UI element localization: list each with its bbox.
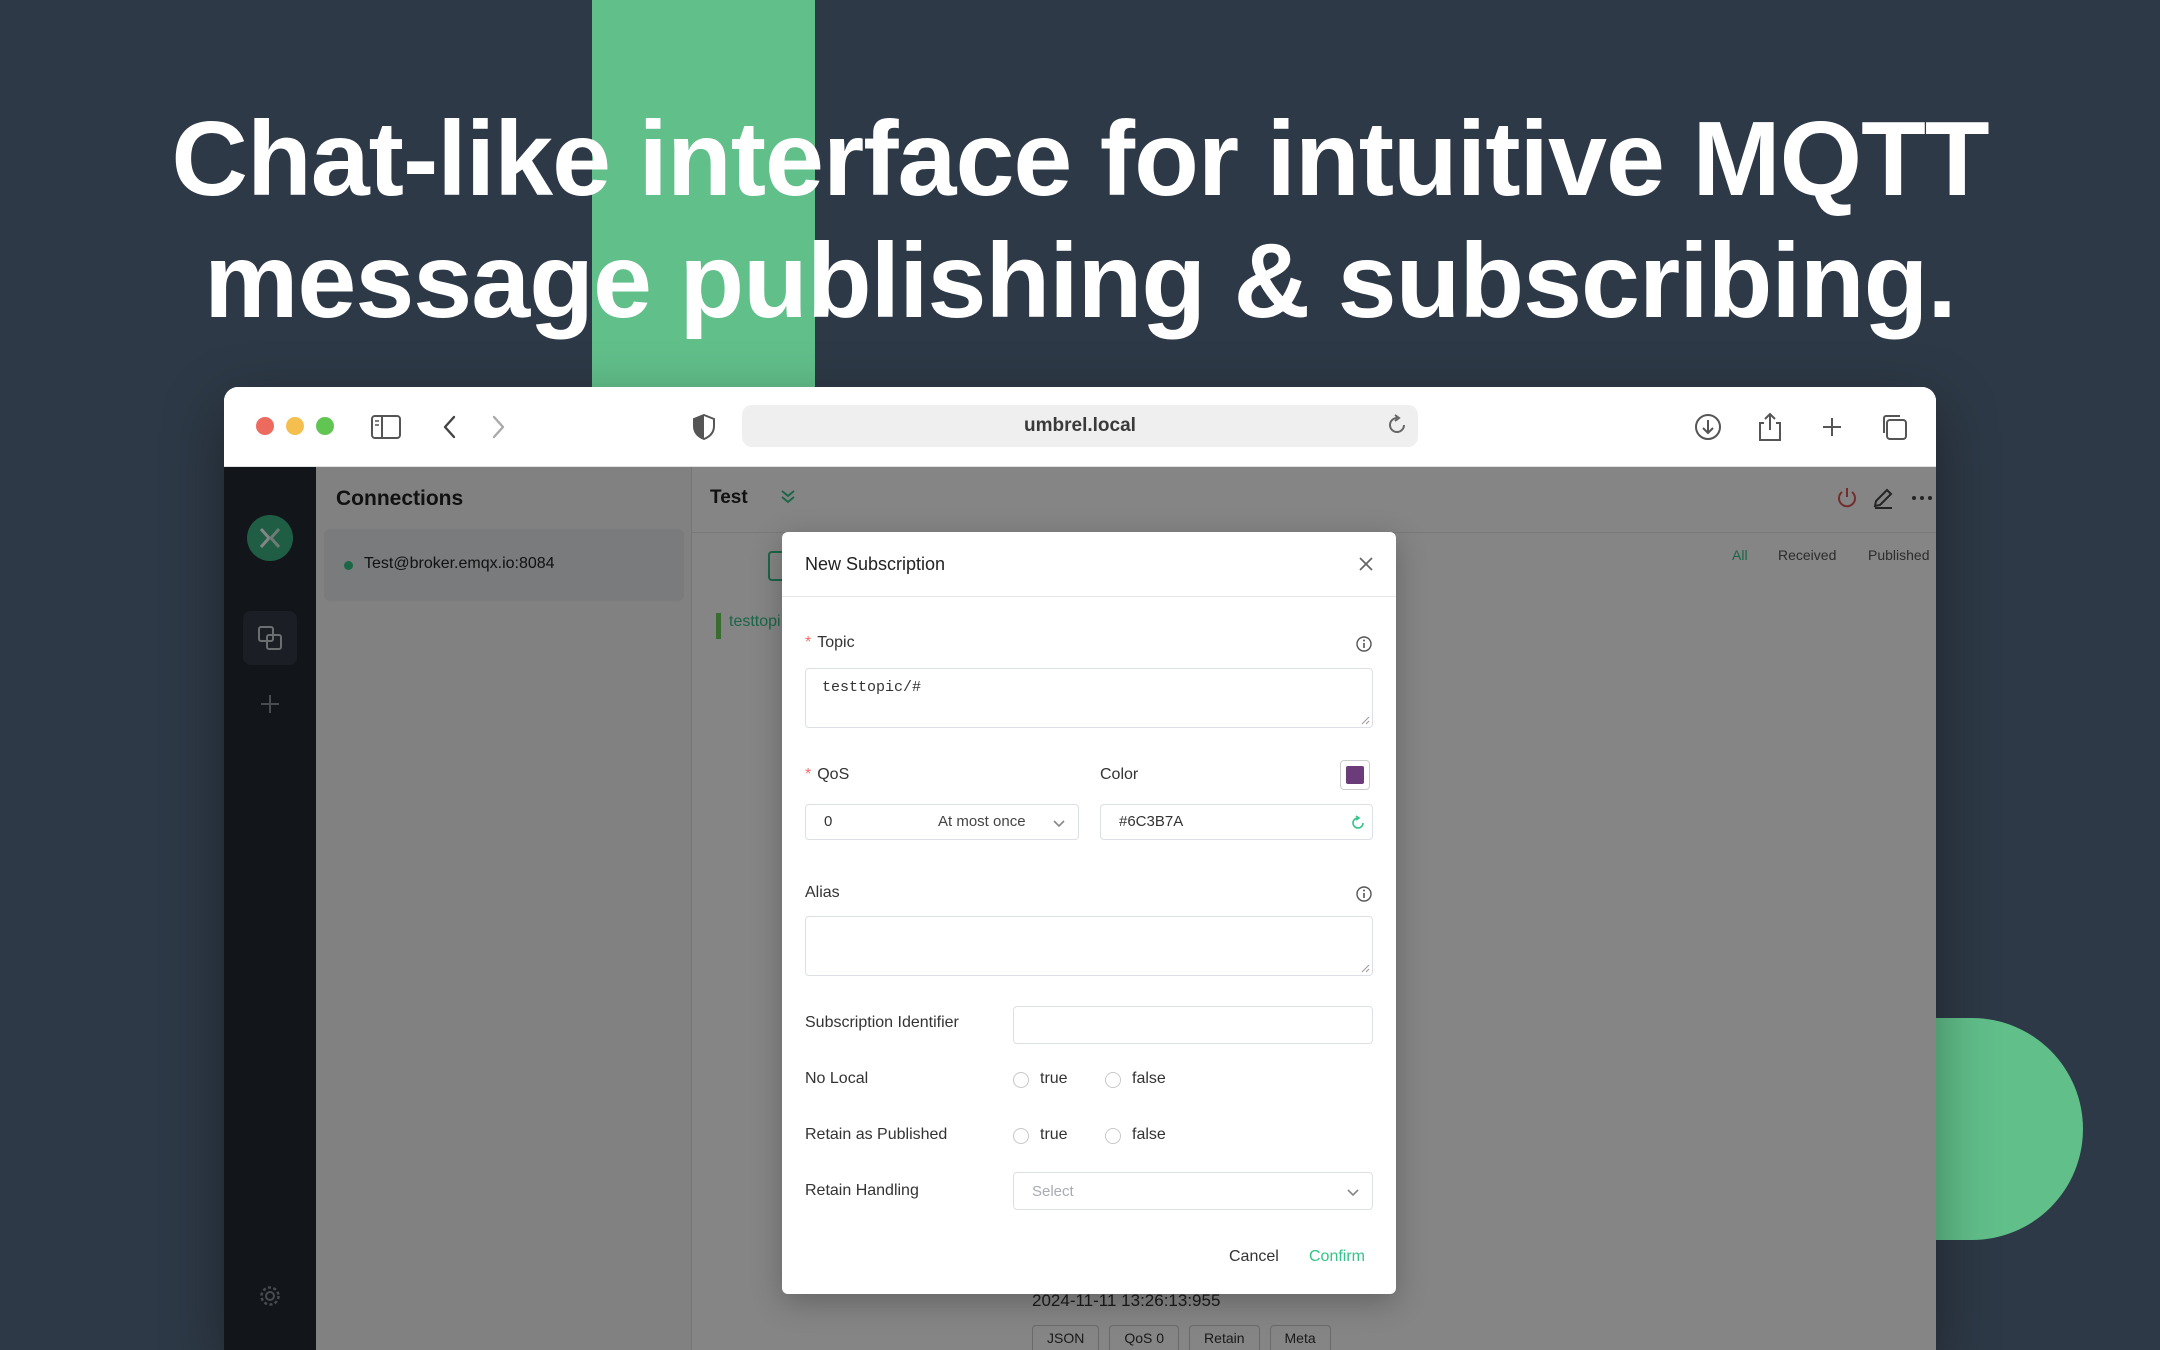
no-local-false-label: false (1132, 1070, 1166, 1087)
no-local-true-radio[interactable] (1013, 1072, 1029, 1088)
subscription-identifier-input[interactable] (1013, 1006, 1373, 1044)
forward-icon[interactable] (480, 409, 516, 445)
retain-as-published-false-label: false (1132, 1126, 1166, 1143)
download-icon[interactable] (1690, 409, 1726, 445)
qos-description: At most once (938, 813, 1026, 830)
retain-handling-select[interactable]: Select (1013, 1172, 1373, 1210)
minimize-window-button[interactable] (286, 417, 304, 435)
color-input[interactable]: #6C3B7A (1100, 804, 1373, 840)
resize-grip-icon (1361, 716, 1370, 725)
color-label: Color (1100, 766, 1139, 783)
back-icon[interactable] (432, 409, 468, 445)
zoom-window-button[interactable] (316, 417, 334, 435)
no-local-true-label: true (1040, 1070, 1068, 1087)
dialog-title: New Subscription (805, 554, 946, 574)
close-icon[interactable] (1356, 554, 1376, 574)
qos-label: * QoS (805, 766, 850, 783)
alias-info-icon[interactable] (1356, 886, 1372, 902)
retain-as-published-true-label: true (1040, 1126, 1068, 1143)
cancel-button[interactable]: Cancel (1229, 1248, 1279, 1266)
headline-line-2: message publishing & subscribing. (204, 222, 1957, 340)
color-value: #6C3B7A (1119, 813, 1184, 830)
dialog-header: New Subscription (782, 532, 1396, 597)
retain-as-published-label: Retain as Published (805, 1126, 948, 1143)
retain-as-published-true-radio[interactable] (1013, 1128, 1029, 1144)
chevron-down-icon (1053, 820, 1065, 828)
topic-label: * Topic (805, 634, 855, 651)
chevron-down-icon (1347, 1189, 1359, 1197)
topic-value: testtopic/# (822, 679, 922, 696)
reload-icon[interactable] (1386, 414, 1408, 442)
share-icon[interactable] (1752, 409, 1788, 445)
retain-handling-label: Retain Handling (805, 1182, 919, 1199)
qos-select[interactable]: 0 At most once (805, 804, 1079, 840)
no-local-false-radio[interactable] (1105, 1072, 1121, 1088)
shield-icon[interactable] (686, 409, 722, 445)
subscription-identifier-label: Subscription Identifier (805, 1014, 959, 1031)
retain-handling-placeholder: Select (1032, 1183, 1074, 1200)
topic-textarea[interactable]: testtopic/# (805, 668, 1373, 728)
retain-as-published-false-radio[interactable] (1105, 1128, 1121, 1144)
topic-info-icon[interactable] (1356, 636, 1372, 652)
close-window-button[interactable] (256, 417, 274, 435)
alias-textarea[interactable] (805, 916, 1373, 976)
no-local-label: No Local (805, 1070, 869, 1087)
alias-label: Alias (805, 884, 840, 901)
address-bar[interactable]: umbrel.local (742, 405, 1418, 447)
qos-value: 0 (824, 813, 833, 830)
resize-grip-icon (1361, 964, 1370, 973)
new-subscription-dialog: New Subscription * Topic testtopic/# * QoS… (782, 532, 1396, 1294)
sidebar-icon[interactable] (368, 409, 404, 445)
headline-line-1: Chat-like interface for intuitive MQTT (171, 100, 1989, 218)
refresh-color-icon (1352, 815, 1364, 829)
color-swatch (1346, 766, 1364, 784)
headline: Chat-like interface for intuitive MQTT m… (0, 98, 2160, 342)
confirm-button[interactable]: Confirm (1309, 1248, 1365, 1266)
tabs-overview-icon[interactable] (1876, 409, 1912, 445)
new-tab-icon[interactable] (1814, 409, 1850, 445)
url-text: umbrel.local (1024, 415, 1136, 436)
color-picker[interactable] (1340, 760, 1370, 790)
browser-toolbar: umbrel.local (224, 387, 1936, 467)
